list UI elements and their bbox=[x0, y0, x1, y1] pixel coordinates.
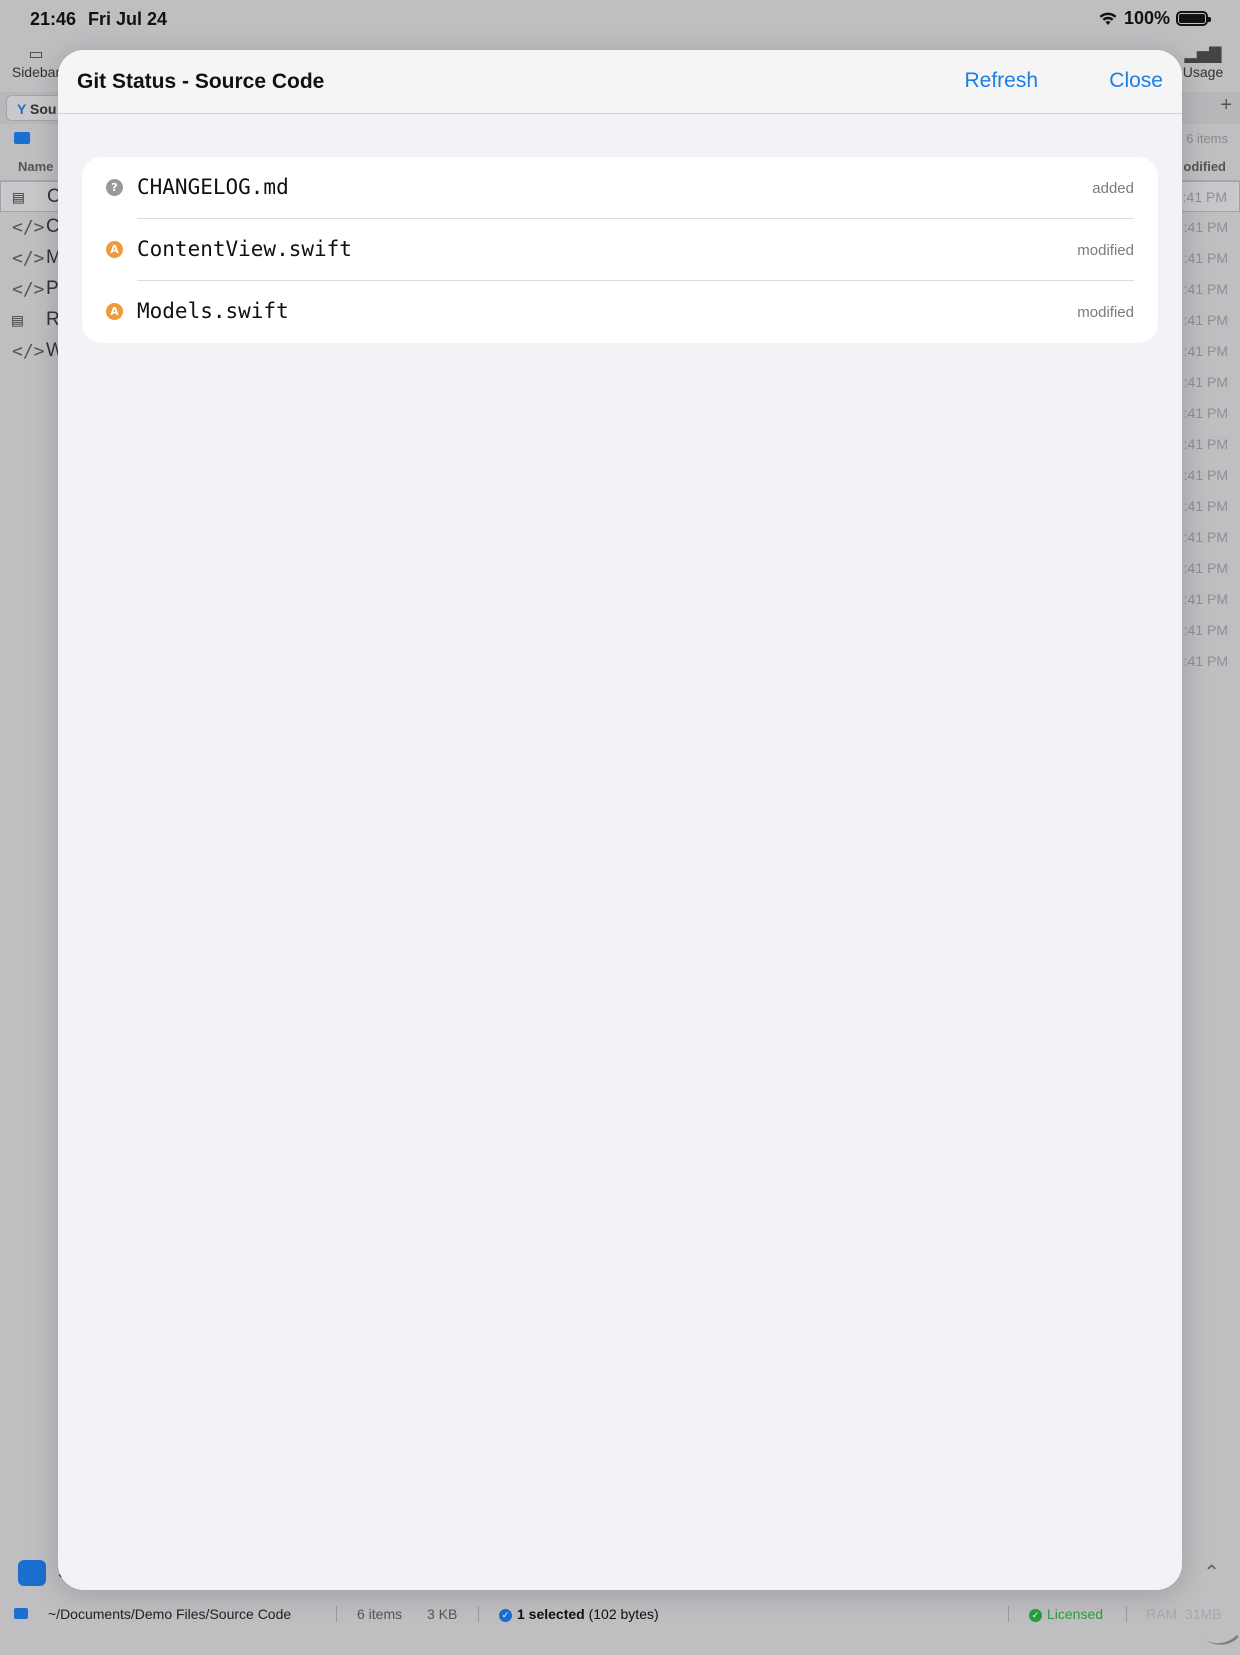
file-name: P bbox=[46, 278, 59, 299]
items-count: 6 items bbox=[1186, 131, 1228, 146]
license-status: ✓ Licensed bbox=[1029, 1606, 1103, 1622]
sheet-header: Git Status - Source Code Refresh Close bbox=[58, 50, 1182, 114]
modified-column-header[interactable]: odified bbox=[1183, 159, 1226, 174]
list-item[interactable]: A Models.swift modified bbox=[82, 281, 1158, 343]
verified-icon: ✓ bbox=[1029, 1609, 1042, 1622]
license-label: Licensed bbox=[1047, 1606, 1104, 1622]
sidebar-icon: ▭ bbox=[28, 46, 44, 63]
divider bbox=[478, 1606, 479, 1622]
branch-icon: Y bbox=[17, 101, 30, 117]
modified-time: :41 PM bbox=[1183, 281, 1228, 297]
footer-size: 3 KB bbox=[427, 1606, 458, 1622]
code-icon: </> bbox=[12, 217, 45, 238]
git-changes-list: ? CHANGELOG.md added A ContentView.swift… bbox=[82, 157, 1158, 343]
list-item[interactable]: ? CHANGELOG.md added bbox=[82, 157, 1158, 219]
toolbox-icon[interactable] bbox=[18, 1560, 46, 1586]
document-icon: ▤ bbox=[13, 187, 24, 208]
file-status: added bbox=[1092, 180, 1134, 197]
sheet-title: Git Status - Source Code bbox=[77, 70, 325, 93]
modified-time: :41 PM bbox=[1183, 622, 1228, 638]
file-status: modified bbox=[1077, 242, 1134, 259]
untracked-status-icon: ? bbox=[106, 179, 123, 196]
git-status-sheet: Git Status - Source Code Refresh Close ?… bbox=[58, 50, 1182, 1590]
modified-time: :41 PM bbox=[1182, 189, 1227, 205]
folder-icon bbox=[14, 1608, 28, 1619]
status-right: 100% bbox=[1098, 8, 1211, 29]
file-name: ContentView.swift bbox=[137, 237, 352, 261]
chevron-up-icon[interactable]: ⌃ bbox=[1203, 1560, 1220, 1585]
modified-time: :41 PM bbox=[1183, 653, 1228, 669]
modified-time: :41 PM bbox=[1183, 560, 1228, 576]
folder-icon bbox=[14, 132, 30, 144]
battery-percent: 100% bbox=[1123, 8, 1170, 28]
sidebar-toggle-button[interactable]: ▭ Sidebar bbox=[10, 46, 62, 80]
modified-time: :41 PM bbox=[1183, 250, 1228, 266]
modified-time: :41 PM bbox=[1183, 591, 1228, 607]
tab-source[interactable]: Y Sou bbox=[6, 95, 66, 121]
divider bbox=[1126, 1606, 1127, 1622]
sidebar-label: Sidebar bbox=[11, 64, 61, 80]
close-button[interactable]: Close bbox=[1109, 69, 1163, 93]
modified-time: :41 PM bbox=[1183, 312, 1228, 328]
ram-usage: RAM: 31MB bbox=[1146, 1606, 1222, 1622]
modified-time: :41 PM bbox=[1183, 219, 1228, 235]
refresh-button[interactable]: Refresh bbox=[964, 69, 1038, 93]
divider bbox=[336, 1606, 337, 1622]
usage-label: Usage bbox=[1182, 64, 1224, 80]
code-icon: </> bbox=[12, 341, 45, 362]
code-icon: </> bbox=[12, 279, 45, 300]
footer-path: ~/Documents/Demo Files/Source Code bbox=[48, 1606, 292, 1622]
file-status: modified bbox=[1077, 304, 1134, 321]
modified-time: :41 PM bbox=[1183, 436, 1228, 452]
document-icon: ▤ bbox=[12, 310, 23, 331]
battery-icon bbox=[1176, 11, 1211, 26]
modified-time: :41 PM bbox=[1183, 529, 1228, 545]
selected-count: 1 selected bbox=[517, 1606, 585, 1622]
list-item[interactable]: A ContentView.swift modified bbox=[82, 219, 1158, 281]
wifi-icon bbox=[1099, 12, 1117, 25]
code-icon: </> bbox=[12, 248, 45, 269]
tab-label: Sou bbox=[29, 101, 57, 117]
modified-time: :41 PM bbox=[1183, 374, 1228, 390]
modified-time: :41 PM bbox=[1183, 343, 1228, 359]
modified-time: :41 PM bbox=[1183, 405, 1228, 421]
file-name: CHANGELOG.md bbox=[137, 175, 289, 199]
footer-selection: ✓ 1 selected (102 bytes) bbox=[499, 1606, 659, 1622]
file-name: Models.swift bbox=[137, 299, 289, 323]
footer-items: 6 items bbox=[357, 1606, 403, 1622]
usage-button[interactable]: ▂▅▇ Usage bbox=[1178, 46, 1228, 80]
footer-status: ~/Documents/Demo Files/Source Code 6 ite… bbox=[0, 1598, 1240, 1630]
checkmark-icon: ✓ bbox=[499, 1609, 512, 1622]
divider bbox=[1008, 1606, 1009, 1622]
status-date: Fri Jul 24 bbox=[88, 9, 168, 29]
modified-time: :41 PM bbox=[1183, 467, 1228, 483]
modified-time: :41 PM bbox=[1183, 498, 1228, 514]
modified-status-icon: A bbox=[106, 303, 123, 320]
bar-chart-icon: ▂▅▇ bbox=[1184, 46, 1222, 63]
status-bar: 21:46 Fri Jul 24 100% bbox=[0, 0, 1240, 40]
name-column-header[interactable]: Name bbox=[18, 159, 53, 174]
add-tab-icon[interactable]: + bbox=[1220, 94, 1232, 117]
selected-bytes: (102 bytes) bbox=[588, 1606, 659, 1622]
status-time: 21:46 bbox=[30, 9, 77, 29]
modified-status-icon: A bbox=[106, 241, 123, 258]
